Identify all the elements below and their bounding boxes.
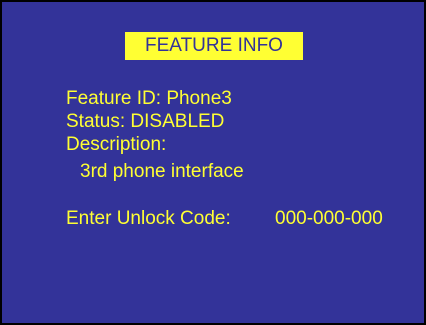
screen-title: FEATURE INFO bbox=[125, 32, 303, 60]
feature-info-screen: FEATURE INFO Feature ID: Phone3 Status: … bbox=[0, 0, 426, 325]
unlock-code-label: Enter Unlock Code: bbox=[66, 208, 231, 229]
feature-id-text: Feature ID: Phone3 bbox=[66, 88, 232, 109]
unlock-code-field[interactable]: 000-000-000 bbox=[275, 208, 383, 230]
status-text: Status: DISABLED bbox=[66, 111, 225, 132]
description-label: Description: bbox=[66, 134, 167, 155]
description-value: 3rd phone interface bbox=[80, 161, 244, 182]
